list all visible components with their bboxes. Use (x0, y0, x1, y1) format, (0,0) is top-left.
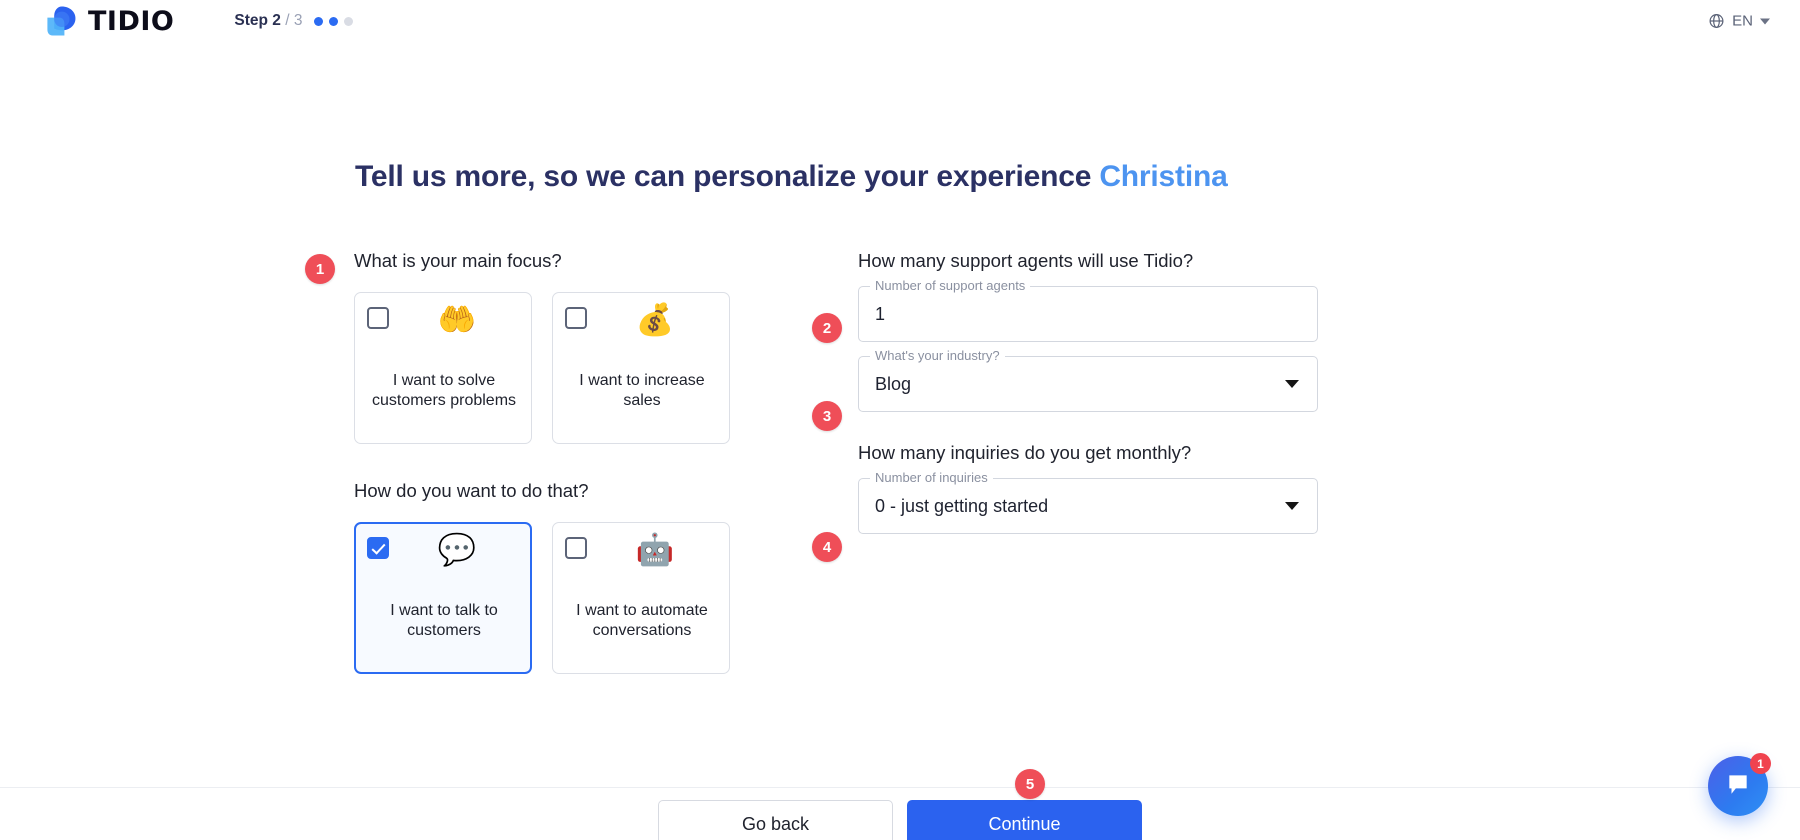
step-badge-3: 3 (812, 401, 842, 431)
inquiries-select-value: 0 - just getting started (875, 495, 1049, 516)
checkbox-talk-to-customers[interactable] (367, 537, 389, 559)
onboarding-page: Tell us more, so we can personalize your… (0, 42, 1800, 840)
app-header: TIDIO Step 2 / 3 EN (0, 0, 1800, 42)
brand-name: TIDIO (88, 5, 175, 37)
step-indicator: Step 2 / 3 (234, 12, 354, 30)
dropdown-triangle-icon[interactable] (1285, 502, 1299, 510)
agents-input-value: 1 (875, 303, 886, 324)
option-label-talk-to-customers: I want to talk to customers (390, 602, 498, 639)
globe-icon (1708, 13, 1725, 30)
question-support-agents: How many support agents will use Tidio? (858, 250, 1194, 271)
option-card-increase-sales[interactable]: 💰 I want to increase sales (552, 292, 730, 444)
card-top-row: 🤖 (565, 535, 719, 587)
chat-bubble-icon (1725, 771, 1751, 802)
step-total: / 3 (285, 12, 303, 29)
step-badge-2: 2 (812, 313, 842, 343)
inquiries-select-label: Number of inquiries (870, 470, 993, 485)
method-option-cards: 💬 I want to talk to customers 🤖 I want t… (354, 522, 744, 674)
question-main-focus: What is your main focus? (354, 250, 562, 271)
open-hands-emoji-icon: 🤲 (437, 302, 477, 338)
industry-select-value: Blog (875, 373, 912, 394)
footer-divider (0, 787, 1800, 788)
agents-input-label: Number of support agents (870, 278, 1031, 293)
left-column: What is your main focus? 🤲 I want to sol… (354, 250, 744, 674)
step-text: Step 2 / 3 (234, 12, 302, 30)
checkbox-solve-problems[interactable] (367, 307, 389, 329)
option-label-increase-sales: I want to increase sales (579, 372, 705, 409)
tidio-chat-logo-icon (44, 4, 78, 38)
step-badge-1: 1 (305, 254, 335, 284)
option-label-solve-problems: I want to solve customers problems (371, 372, 517, 409)
option-card-automate-conversations[interactable]: 🤖 I want to automate conversations (552, 522, 730, 674)
option-label-automate-conversations: I want to automate conversations (576, 602, 708, 639)
agents-input[interactable]: Number of support agents 1 (858, 278, 1318, 342)
focus-option-cards: 🤲 I want to solve customers problems 💰 I… (354, 292, 744, 444)
step-badge-5: 5 (1015, 769, 1045, 799)
card-top-row: 🤲 (367, 305, 521, 357)
page-title-user-name: Christina (1099, 160, 1228, 193)
language-code: EN (1732, 12, 1753, 30)
question-inquiries: How many inquiries do you get monthly? (858, 442, 1192, 463)
field-number-of-agents: Number of support agents 1 (858, 278, 1318, 342)
field-number-of-inquiries: Number of inquiries 0 - just getting sta… (858, 470, 1318, 534)
option-card-solve-problems[interactable]: 🤲 I want to solve customers problems (354, 292, 532, 444)
dropdown-triangle-icon[interactable] (1285, 380, 1299, 388)
continue-button[interactable]: Continue (907, 800, 1142, 840)
industry-select[interactable]: What's your industry? Blog (858, 348, 1318, 412)
field-industry: What's your industry? Blog (858, 348, 1318, 412)
page-title-text: Tell us more, so we can personalize your… (355, 160, 1092, 193)
option-card-talk-to-customers[interactable]: 💬 I want to talk to customers (354, 522, 532, 674)
step-badge-4: 4 (812, 532, 842, 562)
question-how-to-do-that: How do you want to do that? (354, 480, 589, 501)
step-dot-2 (329, 16, 339, 26)
chat-unread-badge: 1 (1750, 753, 1771, 774)
page-title: Tell us more, so we can personalize your… (355, 160, 1228, 194)
card-top-row: 💬 (367, 535, 521, 587)
footer-actions: Go back Continue (0, 800, 1800, 840)
checkbox-automate-conversations[interactable] (565, 537, 587, 559)
step-current: Step 2 (234, 12, 281, 29)
industry-select-label: What's your industry? (870, 348, 1005, 363)
money-bag-emoji-icon: 💰 (635, 302, 675, 338)
checkbox-increase-sales[interactable] (565, 307, 587, 329)
speech-balloon-emoji-icon: 💬 (437, 532, 477, 568)
step-dot-1 (314, 16, 324, 26)
chat-widget-button[interactable]: 1 (1708, 753, 1771, 816)
go-back-button[interactable]: Go back (658, 800, 893, 840)
language-selector[interactable]: EN (1708, 13, 1770, 30)
right-column: How many support agents will use Tidio? … (858, 250, 1318, 534)
card-top-row: 💰 (565, 305, 719, 357)
step-dot-3 (344, 16, 354, 26)
brand-logo[interactable]: TIDIO (44, 4, 174, 38)
inquiries-select[interactable]: Number of inquiries 0 - just getting sta… (858, 470, 1318, 534)
step-dots (314, 16, 354, 26)
chevron-down-icon (1760, 18, 1770, 24)
robot-emoji-icon: 🤖 (635, 532, 675, 568)
